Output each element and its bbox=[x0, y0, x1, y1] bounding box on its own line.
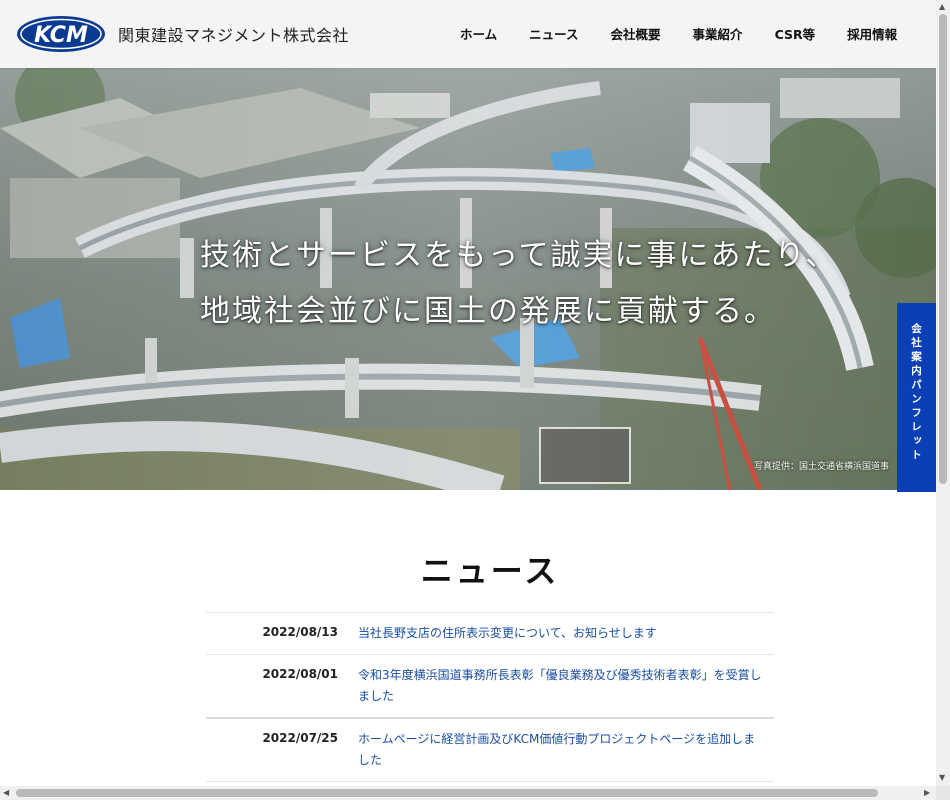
news-item: 2022/08/01 令和3年度横浜国道事務所長表彰「優良業務及び優秀技術者表彰… bbox=[206, 655, 774, 719]
news-item: 2022/08/13 当社長野支店の住所表示変更について、お知らせします bbox=[206, 613, 774, 655]
photo-credit: 写真提供：国土交通省横浜国道事 bbox=[754, 462, 890, 472]
scroll-left-arrow-icon[interactable]: ◀ bbox=[3, 789, 9, 797]
news-title-link[interactable]: 当社長野支店の住所表示変更について、お知らせします bbox=[358, 623, 762, 644]
news-date: 2022/08/01 bbox=[262, 667, 338, 681]
news-title-link[interactable]: 令和3年度横浜国道事務所長表彰「優良業務及び優秀技術者表彰」を受賞しました bbox=[358, 665, 762, 707]
nav-news[interactable]: ニュース bbox=[529, 24, 578, 43]
kcm-logo[interactable]: KCM bbox=[16, 15, 106, 53]
nav-company[interactable]: 会社概要 bbox=[611, 24, 661, 43]
hero-tagline: 技術とサービスをもって誠実に事にあたり、 地域社会並びに国土の発展に貢献する。 bbox=[200, 228, 837, 340]
news-title-link[interactable]: ホームページに経営計画及びKCM価値行動プロジェクトページを追加しました bbox=[358, 729, 762, 771]
news-date: 2022/07/25 bbox=[262, 731, 338, 745]
hero-banner: 技術とサービスをもって誠実に事にあたり、 地域社会並びに国土の発展に貢献する。 … bbox=[0, 68, 936, 490]
scrollbar-corner bbox=[936, 786, 950, 800]
scroll-up-arrow-icon[interactable]: ▲ bbox=[939, 3, 945, 11]
vertical-scroll-thumb[interactable] bbox=[939, 14, 947, 484]
news-date: 2022/08/13 bbox=[262, 625, 338, 639]
pamphlet-tab-button[interactable]: 会社案内パンフレット bbox=[897, 303, 936, 492]
vertical-scrollbar[interactable]: ▲ ▼ bbox=[936, 0, 950, 786]
pamphlet-tab-label: 会社案内パンフレット bbox=[910, 323, 922, 463]
horizontal-scrollbar[interactable]: ◀ ▶ bbox=[0, 786, 936, 800]
nav-recruit[interactable]: 採用情報 bbox=[847, 24, 897, 43]
hero-tagline-line2: 地域社会並びに国土の発展に貢献する。 bbox=[200, 294, 776, 329]
horizontal-scroll-thumb[interactable] bbox=[16, 789, 878, 797]
nav-csr[interactable]: CSR等 bbox=[775, 24, 816, 43]
main-nav: ホーム ニュース 会社概要 事業紹介 CSR等 採用情報 bbox=[460, 24, 897, 43]
nav-home[interactable]: ホーム bbox=[460, 24, 497, 43]
site-header: KCM 関東建設マネジメント株式会社 ホーム ニュース 会社概要 事業紹介 CS… bbox=[0, 0, 936, 68]
hero-tagline-line1: 技術とサービスをもって誠実に事にあたり、 bbox=[200, 238, 838, 273]
nav-business[interactable]: 事業紹介 bbox=[693, 24, 743, 43]
news-heading: ニュース bbox=[420, 552, 560, 590]
news-list: 2022/08/13 当社長野支店の住所表示変更について、お知らせします 202… bbox=[206, 612, 774, 782]
scroll-right-arrow-icon[interactable]: ▶ bbox=[924, 789, 930, 797]
scroll-down-arrow-icon[interactable]: ▼ bbox=[939, 774, 945, 782]
logo-text: KCM bbox=[34, 23, 88, 48]
company-name[interactable]: 関東建設マネジメント株式会社 bbox=[118, 22, 349, 46]
news-item: 2022/07/25 ホームページに経営計画及びKCM価値行動プロジェクトページ… bbox=[206, 719, 774, 782]
